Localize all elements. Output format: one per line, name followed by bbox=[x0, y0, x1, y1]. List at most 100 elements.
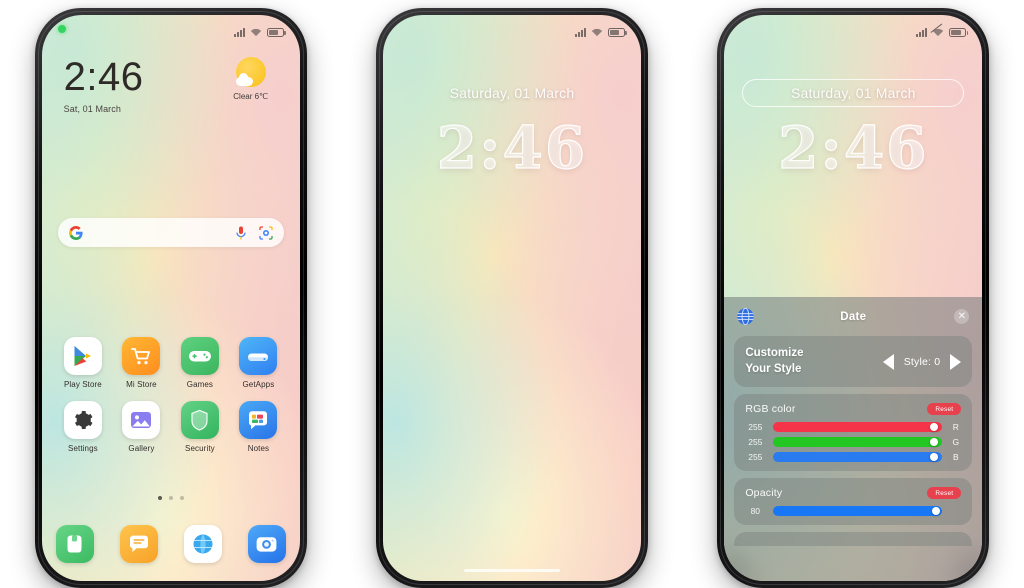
signal-icon bbox=[574, 27, 586, 37]
editor-header: Date ✕ bbox=[734, 305, 972, 329]
lock-date-selected[interactable]: Saturday, 01 March bbox=[742, 79, 965, 107]
signal-icon bbox=[916, 27, 928, 37]
google-logo-icon bbox=[68, 225, 83, 240]
slider-thumb[interactable] bbox=[929, 423, 938, 432]
arrow-right-icon[interactable] bbox=[950, 353, 962, 370]
battery-icon bbox=[607, 27, 627, 37]
slider-thumb[interactable] bbox=[929, 453, 938, 462]
weather-text: Clear 6℃ bbox=[233, 92, 269, 101]
dock bbox=[55, 525, 286, 563]
security-shield-icon bbox=[180, 401, 219, 439]
style-label-line1: Customize bbox=[745, 347, 804, 359]
app-label: Notes bbox=[247, 444, 270, 453]
slider-channel-label: R bbox=[952, 422, 959, 433]
getapps-icon bbox=[239, 337, 278, 375]
app-security[interactable]: Security bbox=[171, 401, 230, 453]
widget-editor-panel: Date ✕ Customize Your Style Style: 0 RGB… bbox=[724, 297, 983, 581]
style-navigation: Style: 0 bbox=[882, 353, 962, 370]
page-indicator-dots bbox=[42, 496, 300, 500]
arrow-left-icon[interactable] bbox=[882, 353, 894, 370]
page-dot[interactable] bbox=[179, 496, 184, 500]
home-screen: 2:46 Sat, 01 March Clear 6℃ Play Store M… bbox=[41, 15, 300, 581]
wifi-off-icon bbox=[930, 23, 944, 37]
search-input[interactable] bbox=[57, 218, 284, 247]
status-bar bbox=[724, 23, 982, 41]
app-label: Settings bbox=[68, 444, 98, 453]
lock-screen-editor: Saturday, 01 March 2:46 Date ✕ Customize… bbox=[724, 15, 983, 581]
opacity-section-title: Opacity bbox=[745, 487, 783, 500]
app-label: GetApps bbox=[242, 380, 275, 389]
wifi-icon bbox=[591, 28, 603, 37]
home-indicator[interactable] bbox=[463, 568, 560, 572]
rgb-slider-red[interactable]: 255 R bbox=[745, 422, 961, 433]
rgb-section-title: RGB color bbox=[745, 403, 796, 416]
gallery-icon bbox=[122, 401, 161, 439]
clock-time: 2:46 bbox=[63, 55, 144, 99]
camera-icon[interactable] bbox=[247, 525, 286, 563]
status-bar bbox=[42, 23, 300, 41]
slider-value: 255 bbox=[748, 452, 763, 463]
app-mi-store[interactable]: Mi Store bbox=[112, 337, 171, 389]
close-icon[interactable]: ✕ bbox=[954, 309, 970, 324]
lock-time[interactable]: 2:46 bbox=[383, 118, 641, 177]
app-play-store[interactable]: Play Store bbox=[54, 337, 113, 389]
status-bar bbox=[383, 23, 641, 41]
games-icon bbox=[180, 337, 219, 375]
phone-lock: Saturday, 01 March 2:46 bbox=[375, 8, 648, 588]
browser-icon[interactable] bbox=[183, 525, 222, 563]
weather-widget[interactable]: Clear 6℃ bbox=[220, 57, 282, 101]
customize-style-row: Customize Your Style Style: 0 bbox=[734, 336, 973, 388]
app-notes[interactable]: Notes bbox=[229, 401, 288, 453]
opacity-section: Opacity Reset 80 bbox=[734, 478, 973, 526]
messages-icon[interactable] bbox=[119, 525, 158, 563]
settings-gear-icon bbox=[63, 401, 102, 439]
customize-style-label: Customize Your Style bbox=[745, 346, 803, 377]
clock-date: Sat, 01 March bbox=[63, 104, 121, 114]
app-settings[interactable]: Settings bbox=[54, 401, 113, 453]
play-store-icon bbox=[63, 337, 102, 375]
rgb-slider-green[interactable]: 255 G bbox=[745, 437, 961, 448]
opacity-reset-button[interactable]: Reset bbox=[927, 487, 962, 500]
rgb-slider-blue[interactable]: 255 B bbox=[745, 452, 961, 463]
lock-time[interactable]: 2:46 bbox=[724, 118, 982, 177]
google-lens-icon[interactable] bbox=[259, 225, 273, 240]
editor-title: Date bbox=[840, 311, 867, 323]
mi-store-icon bbox=[122, 337, 161, 375]
lock-date[interactable]: Saturday, 01 March bbox=[383, 85, 641, 101]
phone-editor: Saturday, 01 March 2:46 Date ✕ Customize… bbox=[717, 8, 990, 588]
opacity-slider[interactable]: 80 bbox=[745, 506, 961, 517]
rgb-reset-button[interactable]: Reset bbox=[927, 403, 962, 416]
battery-icon bbox=[949, 27, 969, 37]
phone-home: 2:46 Sat, 01 March Clear 6℃ Play Store M… bbox=[34, 8, 307, 588]
app-label: Gallery bbox=[128, 444, 155, 453]
microphone-icon[interactable] bbox=[236, 226, 246, 240]
home-clock-widget[interactable]: 2:46 Sat, 01 March bbox=[64, 57, 144, 114]
slider-value: 80 bbox=[750, 506, 761, 517]
wifi-icon bbox=[250, 28, 262, 37]
app-label: Games bbox=[186, 380, 214, 389]
slider-thumb[interactable] bbox=[929, 438, 938, 447]
slider-track[interactable] bbox=[773, 452, 943, 463]
app-label: Security bbox=[185, 444, 215, 453]
files-icon[interactable] bbox=[55, 525, 94, 563]
battery-icon bbox=[266, 27, 286, 37]
slider-value: 255 bbox=[748, 422, 763, 433]
slider-track[interactable] bbox=[773, 437, 943, 448]
slider-track[interactable] bbox=[773, 506, 943, 517]
slider-channel-label: G bbox=[952, 437, 960, 448]
app-games[interactable]: Games bbox=[171, 337, 230, 389]
slider-thumb[interactable] bbox=[931, 507, 940, 516]
app-gallery[interactable]: Gallery bbox=[112, 401, 171, 453]
page-dot[interactable] bbox=[157, 496, 162, 500]
slider-value: 255 bbox=[748, 437, 763, 448]
slider-track[interactable] bbox=[773, 422, 943, 433]
app-grid: Play Store Mi Store Games GetApps Settin… bbox=[54, 337, 288, 453]
lock-screen: Saturday, 01 March 2:46 bbox=[382, 15, 641, 581]
globe-icon[interactable] bbox=[736, 307, 755, 326]
page-dot[interactable] bbox=[168, 496, 173, 500]
next-section-partial[interactable] bbox=[734, 532, 973, 547]
app-getapps[interactable]: GetApps bbox=[229, 337, 288, 389]
app-label: Play Store bbox=[63, 380, 102, 389]
opacity-section-header: Opacity Reset bbox=[745, 487, 962, 500]
rgb-section-header: RGB color Reset bbox=[745, 403, 962, 416]
